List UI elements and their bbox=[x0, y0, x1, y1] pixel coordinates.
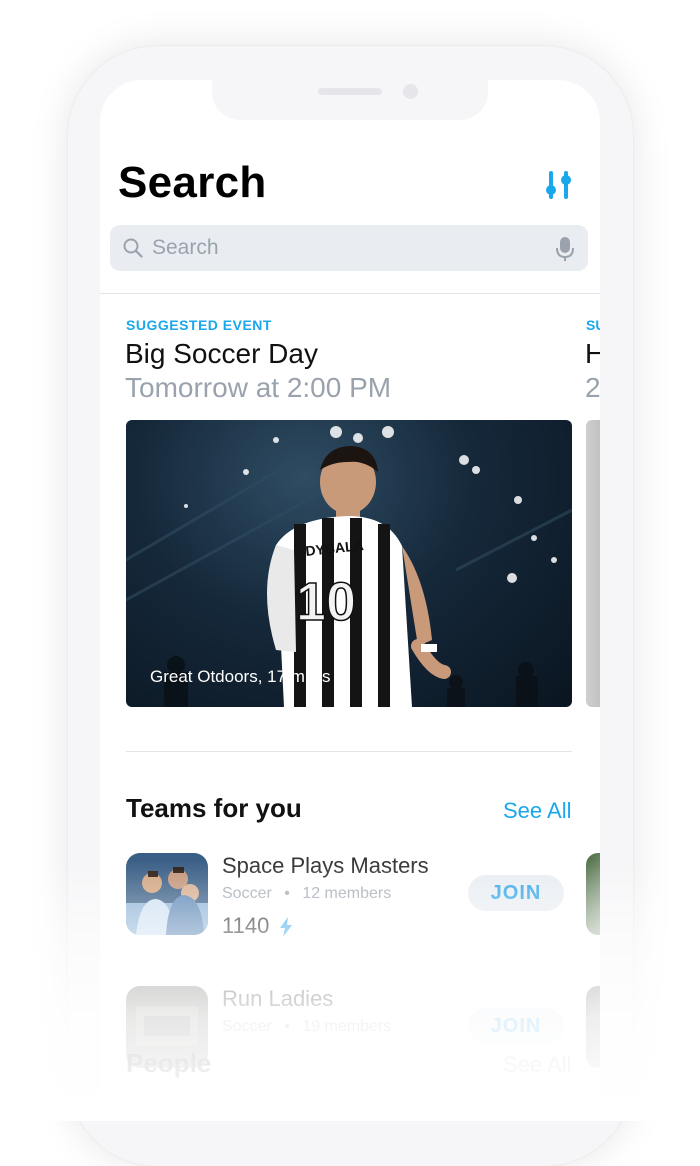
team-avatar bbox=[126, 853, 208, 935]
people-see-all-link[interactable]: See All bbox=[503, 1052, 572, 1078]
event-tag: SUGGESTED EVENT bbox=[126, 317, 272, 333]
people-section-title: People bbox=[126, 1048, 212, 1078]
team-sport: Soccer bbox=[222, 885, 272, 902]
join-button[interactable]: JOIN bbox=[468, 1008, 564, 1044]
team-name: Run Ladies bbox=[222, 986, 334, 1011]
team-members: 12 members bbox=[302, 885, 392, 902]
front-camera bbox=[403, 84, 418, 99]
meta-separator: • bbox=[284, 885, 290, 902]
sliders-icon bbox=[546, 171, 571, 199]
magnifier-icon bbox=[123, 238, 143, 258]
event-time: Tomorrow at 2:00 PM bbox=[125, 372, 392, 403]
team-name: Space Plays Masters bbox=[222, 853, 429, 878]
header-divider bbox=[100, 293, 600, 294]
team-meta: Soccer • 19 members bbox=[222, 1018, 391, 1036]
meta-separator: • bbox=[284, 1018, 290, 1035]
event-image[interactable]: 10 DYBALA Great Otdoors, 17 miles bbox=[126, 420, 572, 707]
speaker-grille bbox=[318, 88, 382, 95]
event-name: Big Soccer Day bbox=[125, 338, 318, 369]
peek-event-image[interactable] bbox=[586, 420, 600, 707]
team-peek-avatar[interactable] bbox=[586, 986, 600, 1068]
lightning-icon bbox=[280, 917, 293, 938]
team-meta: Soccer • 12 members bbox=[222, 885, 391, 903]
peek-event-name: H bbox=[585, 338, 600, 369]
event-location: Great Otdoors, 17 miles bbox=[150, 667, 331, 686]
microphone-icon[interactable] bbox=[556, 236, 574, 262]
filter-button[interactable] bbox=[542, 168, 576, 202]
section-divider bbox=[126, 751, 572, 752]
team-score: 1140 bbox=[222, 913, 293, 939]
app-screen: Search SUGGESTED EVENT Big Soccer Day To… bbox=[100, 80, 600, 1121]
teams-see-all-link[interactable]: See All bbox=[503, 798, 572, 824]
team-sport: Soccer bbox=[222, 1018, 272, 1035]
join-button[interactable]: JOIN bbox=[468, 875, 564, 911]
page-title: Search bbox=[118, 158, 267, 207]
svg-text:10: 10 bbox=[296, 572, 356, 632]
team-members: 19 members bbox=[302, 1018, 392, 1035]
team-score-value: 1140 bbox=[222, 913, 270, 938]
teams-section-title: Teams for you bbox=[126, 793, 302, 823]
search-input[interactable] bbox=[150, 235, 534, 261]
phone-notch bbox=[212, 80, 488, 120]
peek-event-time: 2 bbox=[585, 372, 600, 403]
peek-event-tag: SU bbox=[586, 317, 600, 333]
soccer-player-image: 10 DYBALA bbox=[126, 426, 572, 707]
search-bar[interactable] bbox=[110, 225, 588, 271]
team-peek-avatar[interactable] bbox=[586, 853, 600, 935]
team-row[interactable]: Space Plays Masters Soccer • 12 members … bbox=[126, 853, 596, 943]
